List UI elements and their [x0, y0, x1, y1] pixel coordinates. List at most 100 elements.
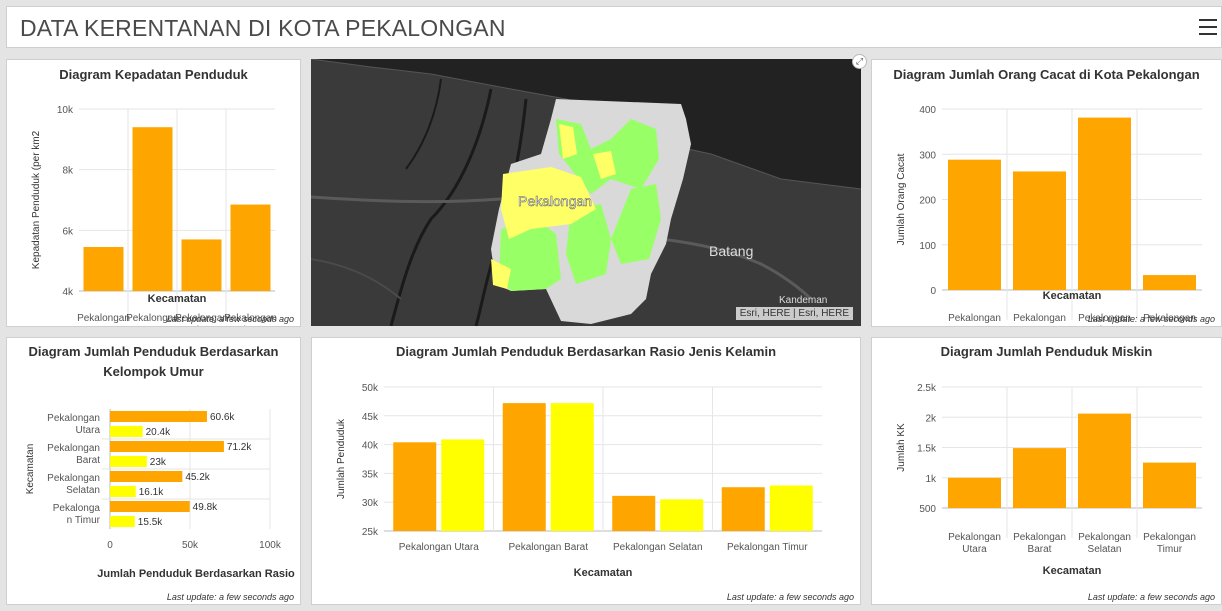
y-axis-title: Jumlah KK [896, 423, 907, 472]
y-tick-label: 400 [919, 105, 936, 116]
poverty-chart: 5001k1.5k2k2.5kPekalonganUtaraPekalongan… [896, 383, 1202, 577]
y-tick-label: 45k [362, 412, 379, 423]
last-update-text: Last update: a few seconds ago [1087, 592, 1215, 602]
map-canvas[interactable]: Pekalongan Batang Kandeman [311, 59, 861, 326]
data-label: 23k [150, 457, 167, 468]
bar [1143, 275, 1196, 290]
bar [110, 426, 143, 437]
disabled-chart: 0100200300400PekalonganUtaraPekalonganBa… [896, 105, 1202, 327]
y-tick-label: 2.5k [917, 383, 937, 394]
bar [110, 516, 135, 527]
bar [110, 471, 183, 482]
panel-title-line-1: Diagram Jumlah Penduduk Berdasarkan [28, 344, 279, 359]
bar [550, 403, 594, 531]
y-axis-title: Jumlah Penduduk [336, 418, 347, 499]
panel-title-line-2: Kelompok Umur [103, 364, 204, 379]
bar [1078, 117, 1131, 290]
x-tick-label: Pekalongan [948, 313, 1001, 324]
bar [948, 159, 1001, 290]
last-update-text: Last update: a few seconds ago [166, 592, 294, 602]
x-tick-label: Pekalongan [1143, 532, 1196, 543]
bar [660, 499, 704, 531]
y-axis-title: Kepadatan Penduduk (per km2 [31, 130, 42, 269]
data-label: 15.5k [138, 517, 163, 528]
last-update-text: Last update: a few seconds ago [1087, 314, 1215, 324]
panel-title: Diagram Jumlah Penduduk Miskin [940, 344, 1153, 359]
bar [83, 247, 124, 291]
x-tick-label: Pekalongan [1078, 532, 1131, 543]
y-tick-label: Pekalongan [47, 443, 100, 454]
x-tick-label: 0 [107, 540, 113, 551]
bar [393, 442, 437, 531]
bar [110, 411, 207, 422]
y-tick-label: 25k [362, 527, 379, 538]
y-tick-label: Pekalonga [53, 503, 101, 514]
y-tick-label: 35k [362, 469, 379, 480]
x-axis-title: Kecamatan [1043, 290, 1102, 302]
x-tick-label: Pekalongan Utara [399, 542, 479, 553]
last-update-text: Last update: a few seconds ago [166, 314, 294, 324]
map-label-kandeman: Kandeman [779, 295, 827, 306]
x-axis-title: Kecamatan [1043, 565, 1102, 577]
y-tick-label: Barat [76, 455, 100, 466]
x-tick-label: Pekalongan Barat [508, 542, 588, 553]
panel-population-density: Diagram Kepadatan Penduduk 4k 6k 8k 10k Peka… [6, 59, 301, 327]
y-tick-label: 4k [62, 287, 74, 298]
x-tick-label: Pekalongan [948, 532, 1001, 543]
y-tick-label: n Timur [67, 515, 101, 526]
x-tick-label: Pekalongan [1013, 313, 1066, 324]
panel-gender-ratio: Diagram Jumlah Penduduk Berdasarkan Rasi… [311, 337, 861, 605]
bar [1013, 171, 1066, 290]
bar [948, 477, 1001, 508]
data-label: 20.4k [146, 427, 171, 438]
bar [110, 486, 136, 497]
expand-icon[interactable]: ⤢ [852, 54, 867, 69]
map-view[interactable]: Pekalongan Batang Kandeman Esri, HERE | … [311, 59, 861, 326]
bar [1013, 448, 1066, 508]
panel-age-groups: Diagram Jumlah Penduduk Berdasarkan Kelo… [6, 337, 301, 605]
y-tick-label: 1k [925, 474, 937, 485]
app-header: DATA KERENTANAN DI KOTA PEKALONGAN [6, 6, 1222, 48]
hamburger-menu-icon[interactable] [1199, 19, 1217, 35]
y-tick-label: Pekalongan [47, 413, 100, 424]
x-axis-title: Jumlah Penduduk Berdasarkan Rasio [97, 568, 295, 580]
x-axis-title: Kecamatan [148, 293, 207, 305]
data-label: 60.6k [210, 412, 235, 423]
gender-chart: 25k 30k 35k 40k 45k 50k Pekalongan Utara Pekalo… [336, 383, 822, 579]
x-tick-label: Selatan [185, 325, 219, 327]
bar [110, 501, 190, 512]
bar [769, 485, 813, 531]
y-tick-label: 1.5k [917, 444, 937, 455]
bar [1143, 462, 1196, 508]
y-tick-label: 200 [919, 196, 936, 207]
y-tick-label: 50k [362, 383, 379, 394]
data-label: 16.1k [139, 487, 164, 498]
y-tick-label: 30k [362, 498, 379, 509]
bar [110, 456, 147, 467]
x-tick-label: Timur [1157, 325, 1183, 327]
bar [230, 204, 271, 291]
map-label-batang: Batang [709, 243, 753, 259]
bar [721, 487, 765, 531]
x-tick-label: Utara [962, 544, 987, 555]
x-tick-label: Pekalongan Timur [727, 542, 808, 553]
y-tick-label: Utara [76, 425, 101, 436]
map-label-pekalongan: Pekalongan [518, 193, 592, 209]
x-tick-label: Timur [1157, 544, 1183, 555]
data-label: 71.2k [227, 442, 252, 453]
x-tick-label: Utara [91, 325, 116, 327]
page-title: DATA KERENTANAN DI KOTA PEKALONGAN [20, 15, 506, 41]
x-tick-label: 100k [259, 540, 282, 551]
map-river [389, 88, 493, 326]
y-tick-label: 10k [57, 105, 74, 116]
bar [132, 127, 173, 291]
y-tick-label: 8k [62, 166, 74, 177]
x-tick-label: Utara [962, 325, 987, 327]
bar [1078, 413, 1131, 508]
y-tick-label: 500 [919, 504, 936, 515]
x-tick-label: Pekalongan [77, 313, 130, 324]
x-axis-title: Kecamatan [574, 567, 633, 579]
bar [612, 495, 656, 531]
panel-poverty: Diagram Jumlah Penduduk Miskin 500 1k 1.5k… [871, 337, 1222, 605]
x-tick-label: Pekalongan [1013, 532, 1066, 543]
